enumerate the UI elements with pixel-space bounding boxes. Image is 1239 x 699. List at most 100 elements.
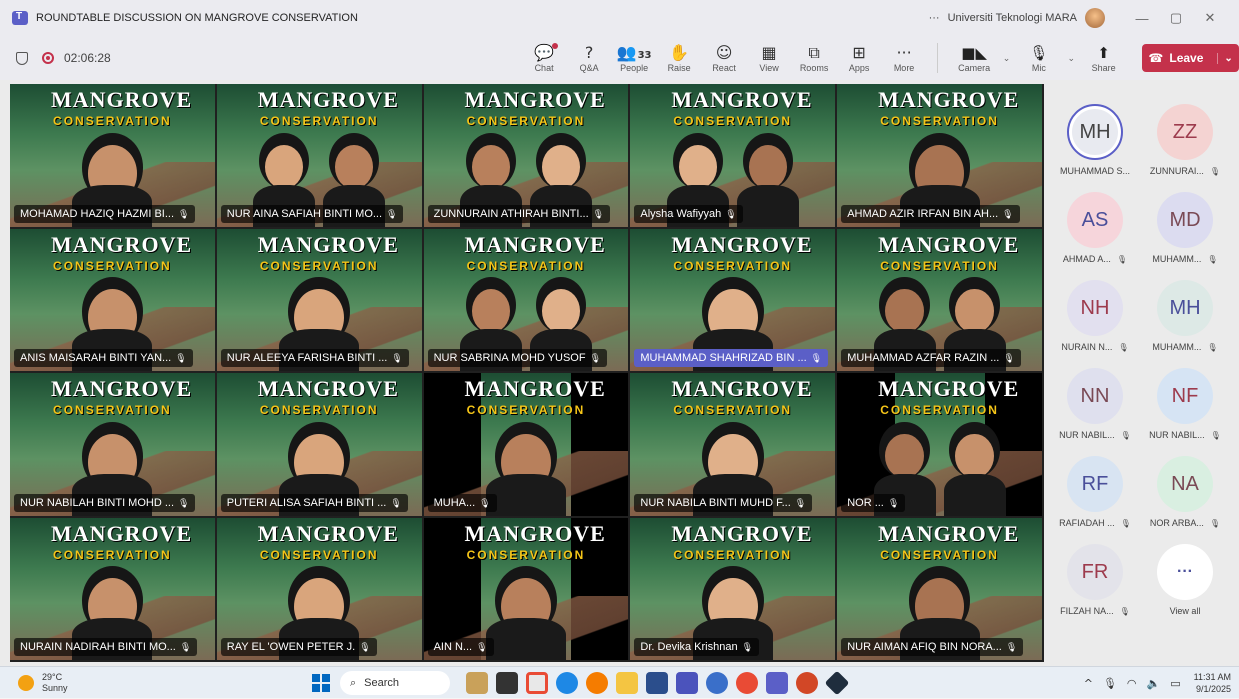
video-tile[interactable]: MANGROVE CONSERVATION NUR SABRINA MOHD YUS…: [423, 228, 629, 371]
video-tile[interactable]: MANGROVE CONSERVATION NURAIN NADIRAH BINTI…: [10, 517, 215, 660]
tool-qa-button[interactable]: ? Q&A: [567, 43, 612, 73]
leave-button[interactable]: ☎ Leave ⌄: [1142, 44, 1239, 72]
video-tile[interactable]: MANGROVE CONSERVATION PUTERI ALISA SAFIAH …: [216, 373, 422, 516]
shield-icon[interactable]: [16, 51, 28, 65]
participant-avatar-cell[interactable]: MH MUHAMMAD S...: [1050, 98, 1140, 186]
camera-button[interactable]: ■◣ Camera: [948, 43, 1001, 73]
tool-react-button[interactable]: ☺ React: [702, 43, 747, 73]
participant-rail-label: NURAIN N... 🎙: [1061, 342, 1129, 352]
leave-options-chevron-icon[interactable]: ⌄: [1217, 52, 1233, 64]
edge-icon[interactable]: [556, 671, 578, 694]
app-icon[interactable]: [824, 670, 850, 695]
tool-apps-button[interactable]: ⊞ Apps: [837, 43, 882, 73]
mic-options-chevron-icon[interactable]: ⌄: [1068, 53, 1076, 64]
background-banner-subtitle: CONSERVATION: [53, 403, 172, 417]
task-view-icon[interactable]: [496, 671, 518, 694]
participant-avatar-cell[interactable]: FR FILZAH NA... 🎙: [1050, 538, 1140, 626]
powerpoint-icon[interactable]: [796, 671, 818, 694]
video-tile[interactable]: MANGROVE CONSERVATION AIN N... 🎙: [423, 517, 629, 660]
participant-name-tag: NURAIN NADIRAH BINTI MO... 🎙: [14, 638, 198, 656]
background-banner-title: MANGROVE: [671, 376, 813, 401]
start-icon[interactable]: [312, 673, 330, 692]
video-tile[interactable]: MANGROVE CONSERVATION NUR AINA SAFIAH BINT…: [216, 84, 422, 227]
todo-icon[interactable]: [676, 671, 698, 694]
participant-avatar-cell[interactable]: ZZ ZUNNURAI... 🎙: [1140, 98, 1230, 186]
participant-avatar-cell[interactable]: NF NUR NABIL... 🎙: [1140, 362, 1230, 450]
video-tile[interactable]: MANGROVE CONSERVATION RAY EL 'OWEN PETER J…: [216, 517, 422, 660]
chrome-alt-icon[interactable]: [736, 671, 758, 694]
volume-icon[interactable]: 🔈: [1147, 677, 1161, 690]
participant-name-tag: ZUNNURAIN ATHIRAH BINTI... 🎙: [427, 204, 611, 223]
people-icon: 👥33: [616, 43, 652, 62]
tool-people-button[interactable]: 👥33 People: [612, 43, 657, 73]
more-options-button[interactable]: ···: [929, 12, 940, 24]
weather-widget[interactable]: 29°C Sunny: [0, 672, 300, 694]
mic-muted-icon: 🎙: [1120, 431, 1131, 440]
mic-button[interactable]: 🎙 Mic: [1012, 43, 1065, 73]
participant-avatar-cell[interactable]: NA NOR ARBA... 🎙: [1140, 450, 1230, 538]
video-tile[interactable]: MANGROVE CONSERVATION NUR ALEEYA FARISHA B…: [216, 228, 422, 371]
participant-name-tag: Dr. Devika Krishnan 🎙: [634, 638, 760, 656]
video-gallery: MANGROVE CONSERVATION MOHAMAD HAZIQ HAZMI …: [10, 84, 1044, 662]
video-tile[interactable]: MANGROVE CONSERVATION NUR NABILA BINTI MUH…: [630, 373, 836, 516]
widgets-icon[interactable]: [466, 671, 488, 694]
participant-video: [485, 560, 566, 660]
wifi-icon[interactable]: ◠: [1127, 677, 1137, 690]
tool-raise-button[interactable]: ✋ Raise: [657, 43, 702, 73]
video-tile[interactable]: MANGROVE CONSERVATION ZUNNURAIN ATHIRAH BI…: [423, 84, 629, 227]
mic-muted-icon: 🎙: [178, 209, 190, 220]
qa-icon: ?: [584, 43, 594, 62]
close-button[interactable]: ✕: [1193, 10, 1227, 26]
participant-avatar-cell[interactable]: AS AHMAD A... 🎙: [1050, 186, 1140, 274]
video-tile[interactable]: MANGROVE CONSERVATION NUR AIMAN AFIQ BIN N…: [837, 517, 1042, 660]
mic-muted-tray-icon[interactable]: 🎙: [1103, 677, 1117, 690]
share-button[interactable]: ⬆ Share: [1077, 43, 1130, 73]
chevron-up-icon[interactable]: ^: [1084, 677, 1093, 690]
participant-initials-avatar: NA: [1157, 456, 1213, 512]
video-tile[interactable]: MANGROVE CONSERVATION ANIS MAISARAH BINTI …: [10, 228, 215, 371]
participant-avatar-cell[interactable]: NH NURAIN N... 🎙: [1050, 274, 1140, 362]
participant-initials-avatar: MH: [1067, 104, 1123, 160]
background-banner-title: MANGROVE: [50, 376, 193, 401]
file-explorer-icon[interactable]: [616, 671, 638, 694]
minimize-button[interactable]: —: [1125, 11, 1159, 26]
background-banner-subtitle: CONSERVATION: [466, 403, 586, 417]
video-tile[interactable]: MANGROVE CONSERVATION Dr. Devika Krishnan 🎙: [630, 517, 836, 660]
video-tile[interactable]: MANGROVE CONSERVATION MUHAMMAD AZFAR RAZIN…: [837, 228, 1042, 371]
firefox-icon[interactable]: [586, 671, 608, 694]
video-tile[interactable]: MANGROVE CONSERVATION NUR NABILAH BINTI MO…: [10, 373, 215, 516]
participant-initials-avatar: MH: [1157, 280, 1213, 336]
tool-more-button[interactable]: ··· More: [882, 43, 927, 73]
store-icon[interactable]: [646, 671, 668, 694]
meeting-timer: 02:06:28: [64, 51, 111, 65]
background-banner-subtitle: CONSERVATION: [673, 114, 793, 128]
tool-rooms-button[interactable]: ⧉ Rooms: [792, 43, 837, 73]
background-banner-title: MANGROVE: [50, 231, 193, 257]
participant-avatar-cell[interactable]: MH MUHAMM... 🎙: [1140, 274, 1230, 362]
tool-view-button[interactable]: ▦ View: [747, 43, 792, 73]
restore-button[interactable]: ▢: [1159, 10, 1193, 26]
battery-icon[interactable]: ▭: [1170, 677, 1180, 690]
video-tile[interactable]: MANGROVE CONSERVATION MUHAMMAD SHAHRIZAD B…: [630, 228, 836, 371]
participant-avatar-cell[interactable]: RF RAFIADAH ... 🎙: [1050, 450, 1140, 538]
account-avatar[interactable]: [1085, 8, 1105, 28]
participant-rail-label: View all: [1169, 606, 1201, 616]
view-all-button[interactable]: ··· View all: [1140, 538, 1230, 626]
mic-muted-icon: 🎙: [1207, 343, 1218, 352]
teams-taskbar-icon[interactable]: [766, 671, 788, 694]
participant-name-tag: NUR ALEEYA FARISHA BINTI ... 🎙: [220, 349, 409, 367]
clock[interactable]: 11:31 AM 9/1/2025: [1194, 671, 1231, 695]
video-tile[interactable]: MANGROVE CONSERVATION MOHAMAD HAZIQ HAZMI …: [10, 84, 215, 227]
camera-options-chevron-icon[interactable]: ⌄: [1003, 53, 1011, 64]
participant-avatar-cell[interactable]: NN NUR NABIL... 🎙: [1050, 362, 1140, 450]
video-tile[interactable]: MANGROVE CONSERVATION MUHA... 🎙: [423, 373, 629, 516]
teams-meeting-window: ROUNDTABLE DISCUSSION ON MANGROVE CONSER…: [0, 0, 1239, 698]
video-tile[interactable]: MANGROVE CONSERVATION AHMAD AZIR IRFAN BIN…: [837, 84, 1042, 227]
chrome-icon[interactable]: [526, 671, 548, 694]
participant-avatar-cell[interactable]: MD MUHAMM... 🎙: [1140, 186, 1230, 274]
taskbar-search[interactable]: ⌕ Search: [340, 670, 450, 695]
tool-chat-button[interactable]: 💬 Chat: [522, 43, 567, 73]
browser-icon[interactable]: [706, 671, 728, 694]
video-tile[interactable]: MANGROVE CONSERVATION NOR ... 🎙: [837, 373, 1042, 516]
video-tile[interactable]: MANGROVE CONSERVATION Alysha Wafiyyah 🎙: [630, 84, 836, 227]
